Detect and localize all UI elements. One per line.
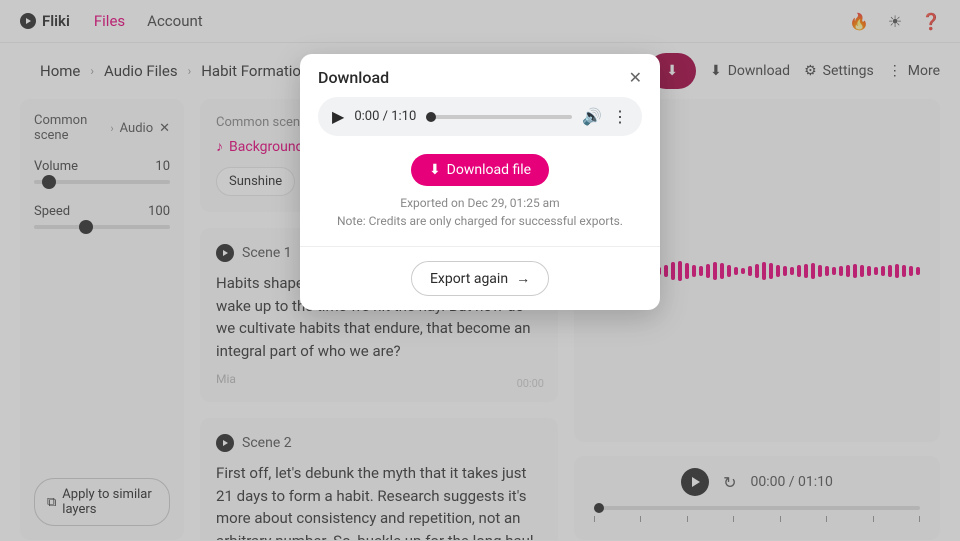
exported-info: Exported on Dec 29, 01:25 am [318,196,642,210]
audio-time: 0:00 / 1:10 [354,109,416,124]
export-again-button[interactable]: Export again → [411,261,549,296]
close-icon[interactable]: ✕ [629,68,642,87]
download-file-button[interactable]: ⬇ Download file [411,154,549,186]
modal-title: Download [318,68,389,87]
volume-icon[interactable]: 🔊 [582,107,602,126]
credits-note: Note: Credits are only charged for succe… [318,214,642,228]
audio-track[interactable] [426,115,572,119]
audio-play-icon[interactable]: ▶ [332,107,344,126]
arrow-right-icon: → [516,270,530,287]
download-modal: Download ✕ ▶ 0:00 / 1:10 🔊 ⋮ ⬇ Download … [300,54,660,310]
audio-more-icon[interactable]: ⋮ [612,107,628,126]
modal-overlay[interactable]: Download ✕ ▶ 0:00 / 1:10 🔊 ⋮ ⬇ Download … [0,0,960,541]
modal-audio-player: ▶ 0:00 / 1:10 🔊 ⋮ [318,97,642,136]
download-icon: ⬇ [429,162,441,178]
